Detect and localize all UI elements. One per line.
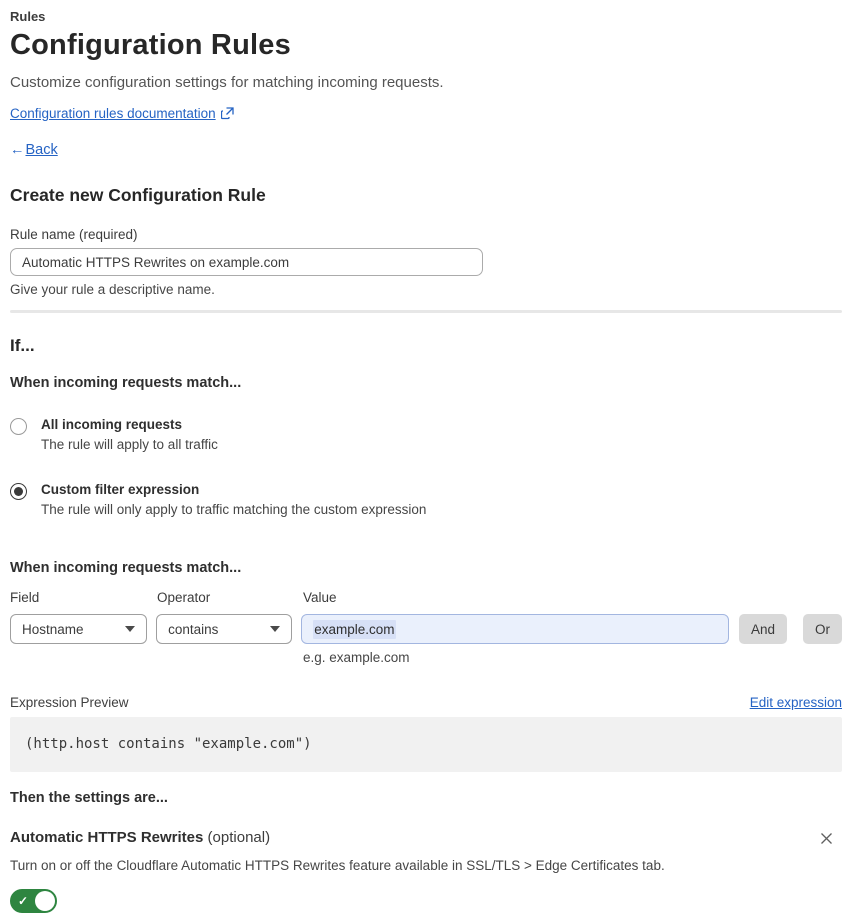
toggle-knob: [35, 891, 55, 911]
back-link[interactable]: ← Back: [10, 142, 842, 158]
value-help-text: e.g. example.com: [303, 650, 410, 665]
field-select[interactable]: Hostname: [10, 614, 148, 644]
setting-name: Automatic HTTPS Rewrites: [10, 829, 204, 846]
rule-name-label: Rule name (required): [10, 227, 138, 242]
chevron-down-icon: [125, 626, 136, 632]
match-heading: When incoming requests match...: [10, 375, 242, 391]
section-divider: [10, 310, 842, 313]
or-button[interactable]: Or: [803, 614, 842, 644]
expression-preview-code: (http.host contains "example.com"): [10, 717, 842, 772]
rule-name-input[interactable]: [10, 248, 483, 276]
operator-label: Operator: [157, 590, 211, 605]
radio-option-description: The rule will only apply to traffic matc…: [41, 502, 427, 517]
create-rule-heading: Create new Configuration Rule: [10, 185, 266, 205]
expression-preview-label: Expression Preview: [10, 695, 129, 710]
setting-description: Turn on or off the Cloudflare Automatic …: [10, 858, 665, 873]
configuration-rules-page: Rules Configuration Rules Customize conf…: [0, 0, 852, 913]
page-subtitle: Customize configuration settings for mat…: [10, 74, 444, 91]
close-icon: [819, 833, 834, 849]
operator-select[interactable]: contains: [156, 614, 293, 644]
automatic-https-rewrites-toggle[interactable]: ✓: [10, 889, 57, 913]
radio-option-description: The rule will apply to all traffic: [41, 437, 218, 452]
field-label: Field: [10, 590, 40, 605]
value-input[interactable]: example.com: [301, 614, 729, 644]
external-link-icon: [220, 107, 234, 120]
if-heading: If...: [10, 336, 35, 355]
radio-all-incoming-requests[interactable]: All incoming requests The rule will appl…: [10, 417, 842, 452]
expression-builder-heading: When incoming requests match...: [10, 560, 242, 576]
radio-unselected-icon[interactable]: [10, 418, 27, 435]
check-icon: ✓: [18, 894, 29, 908]
radio-option-label: Custom filter expression: [41, 482, 200, 497]
then-heading: Then the settings are...: [10, 790, 168, 806]
breadcrumb: Rules: [10, 9, 46, 24]
back-arrow-icon: ←: [10, 142, 25, 158]
setting-optional-label: (optional): [207, 829, 271, 846]
value-label: Value: [303, 590, 337, 605]
setting-title: Automatic HTTPS Rewrites (optional): [10, 829, 270, 846]
page-title: Configuration Rules: [10, 29, 291, 61]
rule-name-help: Give your rule a descriptive name.: [10, 282, 215, 297]
radio-selected-icon[interactable]: [10, 483, 27, 500]
and-button[interactable]: And: [738, 614, 787, 644]
radio-option-label: All incoming requests: [41, 417, 183, 432]
remove-setting-button[interactable]: [817, 829, 836, 848]
radio-custom-filter-expression[interactable]: Custom filter expression The rule will o…: [10, 482, 842, 517]
value-text: example.com: [313, 619, 396, 639]
edit-expression-link[interactable]: Edit expression: [750, 695, 842, 710]
documentation-link[interactable]: Configuration rules documentation: [10, 106, 216, 121]
chevron-down-icon: [270, 626, 281, 632]
